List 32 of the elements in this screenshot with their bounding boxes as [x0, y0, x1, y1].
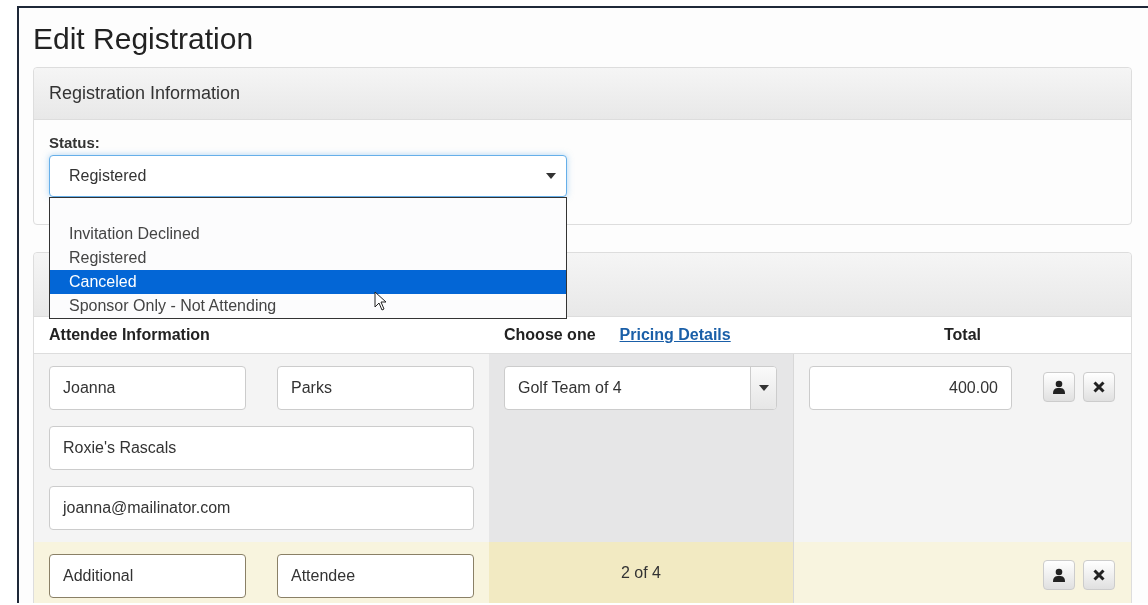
mouse-pointer-icon — [374, 291, 388, 311]
package-select[interactable]: Golf Team of 4 — [504, 366, 777, 410]
caret-icon — [546, 173, 556, 179]
last-name-field[interactable]: Attendee — [277, 554, 474, 598]
close-icon — [1093, 381, 1105, 393]
total-field[interactable]: 400.00 — [809, 366, 1012, 410]
team-name-field[interactable]: Roxie's Rascals — [49, 426, 474, 470]
remove-button[interactable] — [1083, 372, 1115, 402]
slot-count: 2 of 4 — [620, 563, 662, 582]
attendee-button[interactable] — [1043, 372, 1075, 402]
status-select[interactable]: Registered — [49, 155, 567, 197]
first-name-field[interactable]: Joanna — [49, 366, 246, 410]
status-label: Status: — [49, 134, 101, 151]
person-icon — [1052, 568, 1066, 582]
column-header: Total — [944, 326, 981, 344]
attendee-button[interactable] — [1043, 560, 1075, 590]
remove-button[interactable] — [1083, 560, 1115, 590]
person-icon — [1052, 380, 1066, 394]
first-name-field[interactable]: Additional — [49, 554, 246, 598]
panel-title: Registration Information — [49, 83, 241, 104]
pricing-details-link[interactable]: Pricing Details — [619, 326, 731, 344]
email-field[interactable]: joanna@mailinator.com — [49, 486, 474, 530]
page-title: Edit Registration — [33, 21, 255, 57]
status-option[interactable]: Registered — [50, 246, 566, 270]
status-option[interactable]: Canceled — [50, 270, 566, 294]
column-header: Attendee Information — [49, 326, 210, 344]
close-icon — [1093, 569, 1105, 581]
status-option[interactable]: Invitation Declined — [50, 222, 566, 246]
last-name-field[interactable]: Parks — [277, 366, 474, 410]
column-header: Choose one — [504, 326, 596, 344]
caret-icon — [758, 385, 769, 391]
status-option[interactable]: Sponsor Only - Not Attending — [50, 294, 566, 318]
